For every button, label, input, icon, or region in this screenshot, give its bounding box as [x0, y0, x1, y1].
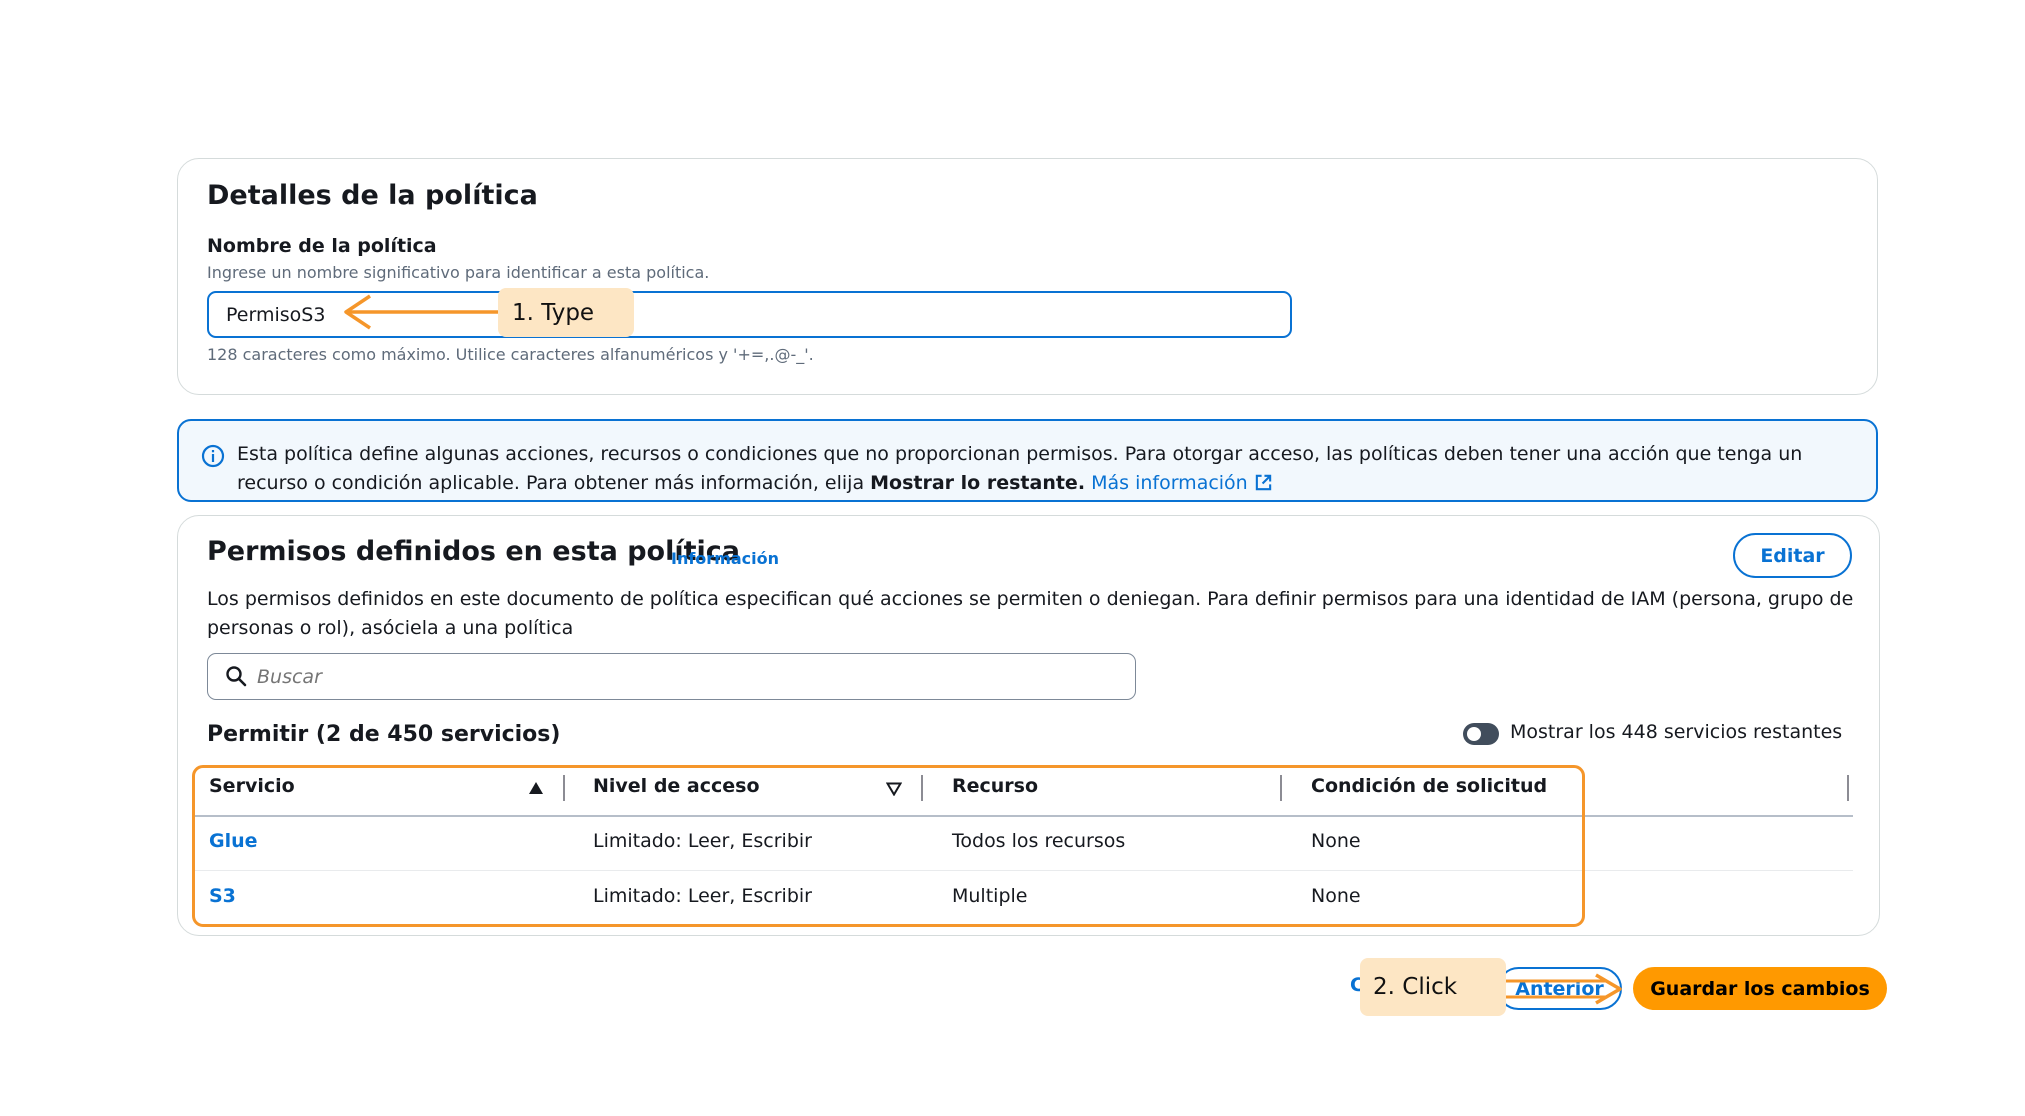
- step2-arrow-icon: [1506, 973, 1622, 1005]
- policy-name-label: Nombre de la política: [207, 235, 437, 257]
- more-info-link[interactable]: Más información: [1091, 472, 1273, 494]
- external-link-icon: [1255, 474, 1271, 490]
- info-alert-text: Esta política define algunas acciones, r…: [237, 440, 1857, 497]
- step2-callout: 2. Click: [1360, 958, 1506, 1016]
- show-remaining-label: Mostrar los 448 servicios restantes: [1510, 721, 1843, 743]
- edit-button[interactable]: Editar: [1733, 533, 1852, 578]
- info-icon: [201, 444, 225, 468]
- table-highlight-box: [192, 765, 1585, 927]
- save-changes-button[interactable]: Guardar los cambios: [1633, 967, 1887, 1010]
- policy-name-hint: 128 caracteres como máximo. Utilice cara…: [207, 345, 814, 364]
- policy-details-title: Detalles de la política: [207, 180, 538, 211]
- info-alert-bold: Mostrar lo restante.: [870, 471, 1086, 494]
- step1-callout: 1. Type: [498, 288, 634, 337]
- permissions-description: Los permisos definidos en este documento…: [207, 588, 1854, 639]
- permissions-info-link[interactable]: Información: [671, 549, 779, 568]
- permissions-title: Permisos definidos en esta política: [207, 536, 740, 567]
- search-input[interactable]: [257, 660, 1117, 694]
- step1-arrow-icon: [344, 294, 498, 330]
- search-icon: [226, 666, 247, 687]
- allow-heading: Permitir (2 de 450 servicios): [207, 722, 561, 747]
- column-separator: [1847, 775, 1849, 801]
- policy-name-description: Ingrese un nombre significativo para ide…: [207, 263, 710, 282]
- toggle-knob: [1467, 727, 1481, 741]
